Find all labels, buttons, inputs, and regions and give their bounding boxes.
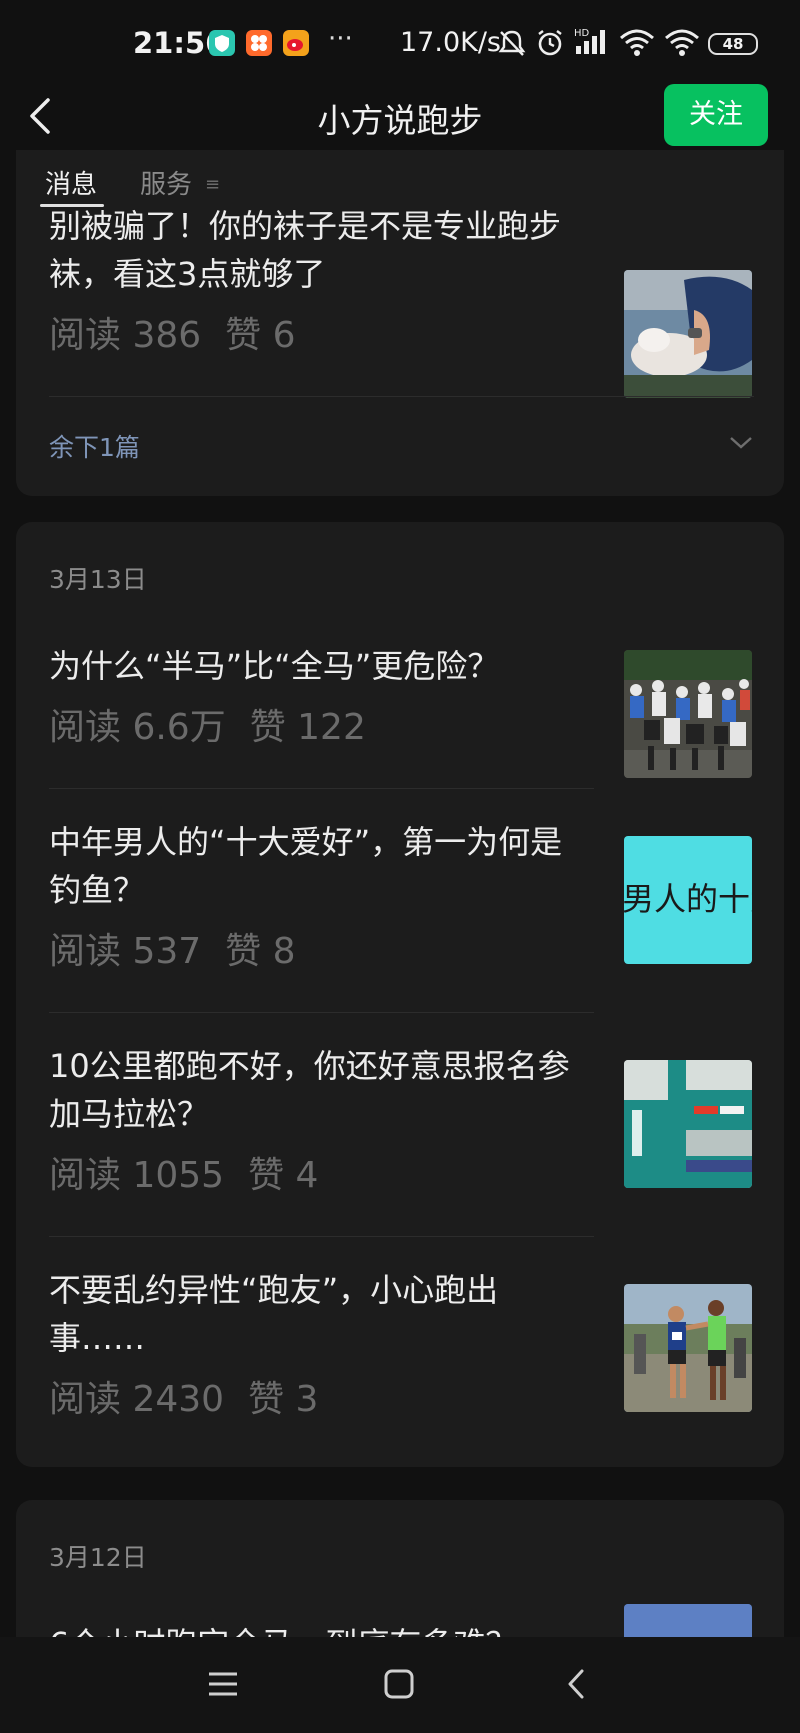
menu-lines-icon: ≡ <box>205 174 221 195</box>
mute-bell-icon <box>497 28 527 62</box>
tab-active-indicator <box>40 204 104 207</box>
read-count: 阅读 1055 <box>49 1155 225 1196</box>
read-count: 阅读 6.6万 <box>49 707 226 748</box>
divider <box>49 1236 594 1237</box>
message-group: 3月13日 为什么“半马”比“全马”更危险？ 阅读 6.6万赞 122 中年男人… <box>16 522 784 1467</box>
article-item[interactable]: 10公里都跑不好，你还好意思报名参加马拉松？ 阅读 1055 赞 4 <box>49 1042 769 1222</box>
back-triangle-icon[interactable] <box>560 1667 594 1705</box>
like-count: 赞 122 <box>249 707 366 748</box>
home-square-icon[interactable] <box>382 1667 416 1705</box>
security-app-icon <box>209 30 235 56</box>
battery-icon: 48 <box>708 33 758 55</box>
article-stats: 阅读 386 赞 6 <box>49 306 320 358</box>
status-bar: 21:56 ··· 17.0K/s HD 48 <box>0 0 800 86</box>
like-count: 赞 3 <box>248 1379 319 1420</box>
divider <box>49 396 754 397</box>
like-count: 赞 8 <box>225 931 296 972</box>
read-count: 阅读 386 <box>49 315 202 356</box>
overflow-dots: ··· <box>328 24 353 54</box>
article-stats: 阅读 537 赞 8 <box>49 922 320 974</box>
article-thumbnail-sock-photo <box>624 270 752 398</box>
like-count: 赞 6 <box>225 315 296 356</box>
article-item[interactable]: 为什么“半马”比“全马”更危险？ 阅读 6.6万赞 122 <box>49 642 769 782</box>
wifi-icon <box>664 28 700 62</box>
follow-button[interactable]: 关注 <box>664 84 768 146</box>
divider <box>49 1012 594 1013</box>
article-thumbnail-runners-photo <box>624 1284 752 1412</box>
app-icon <box>246 30 272 56</box>
article-title: 为什么“半马”比“全马”更危险？ <box>49 647 500 685</box>
chevron-down-icon <box>730 437 752 449</box>
alarm-icon <box>535 28 565 62</box>
article-stats: 阅读 2430 赞 3 <box>49 1370 342 1422</box>
read-count: 阅读 2430 <box>49 1379 225 1420</box>
divider <box>49 788 594 789</box>
article-item[interactable]: 不要乱约异性“跑友”，小心跑出事…… 阅读 2430 赞 3 <box>49 1266 769 1446</box>
tab-services[interactable]: 服务 <box>140 164 192 201</box>
article-stats: 阅读 1055 赞 4 <box>49 1146 342 1198</box>
tab-bar: 消息 服务 ≡ <box>0 160 800 210</box>
system-nav-bar <box>0 1637 800 1733</box>
network-speed: 17.0K/s <box>400 27 501 58</box>
article-item[interactable]: 中年男人的“十大爱好”，第一为何是钓鱼？ 阅读 537 赞 8 男人的十大 <box>49 818 769 998</box>
expand-more-row[interactable]: 余下1篇 <box>49 422 754 472</box>
group-date: 3月13日 <box>49 565 147 594</box>
article-stats: 阅读 6.6万赞 122 <box>49 698 390 750</box>
weibo-icon <box>283 30 309 56</box>
article-title: 不要乱约异性“跑友”，小心跑出事…… <box>49 1271 499 1357</box>
article-thumbnail-finish-line-photo <box>624 1060 752 1188</box>
like-count: 赞 4 <box>248 1155 319 1196</box>
article-title: 别被骗了！你的袜子是不是专业跑步袜，看这3点就够了 <box>49 207 562 293</box>
wifi-icon <box>619 28 655 62</box>
signal-icon: HD <box>574 26 612 62</box>
group-date: 3月12日 <box>49 1543 147 1572</box>
menu-icon[interactable] <box>206 1667 240 1705</box>
article-title: 10公里都跑不好，你还好意思报名参加马拉松？ <box>49 1047 570 1133</box>
article-thumbnail-text-card: 男人的十大 <box>624 836 752 964</box>
more-articles-label: 余下1篇 <box>49 433 140 462</box>
article-item[interactable]: 别被骗了！你的袜子是不是专业跑步袜，看这3点就够了 阅读 386 赞 6 <box>49 202 769 398</box>
hd-label: HD <box>574 28 590 39</box>
tab-messages[interactable]: 消息 <box>45 164 97 201</box>
article-thumbnail-marathon-crowd-photo <box>624 650 752 778</box>
thumbnail-text: 男人的十大 <box>624 880 752 918</box>
read-count: 阅读 537 <box>49 931 202 972</box>
article-title: 中年男人的“十大爱好”，第一为何是钓鱼？ <box>49 823 563 909</box>
